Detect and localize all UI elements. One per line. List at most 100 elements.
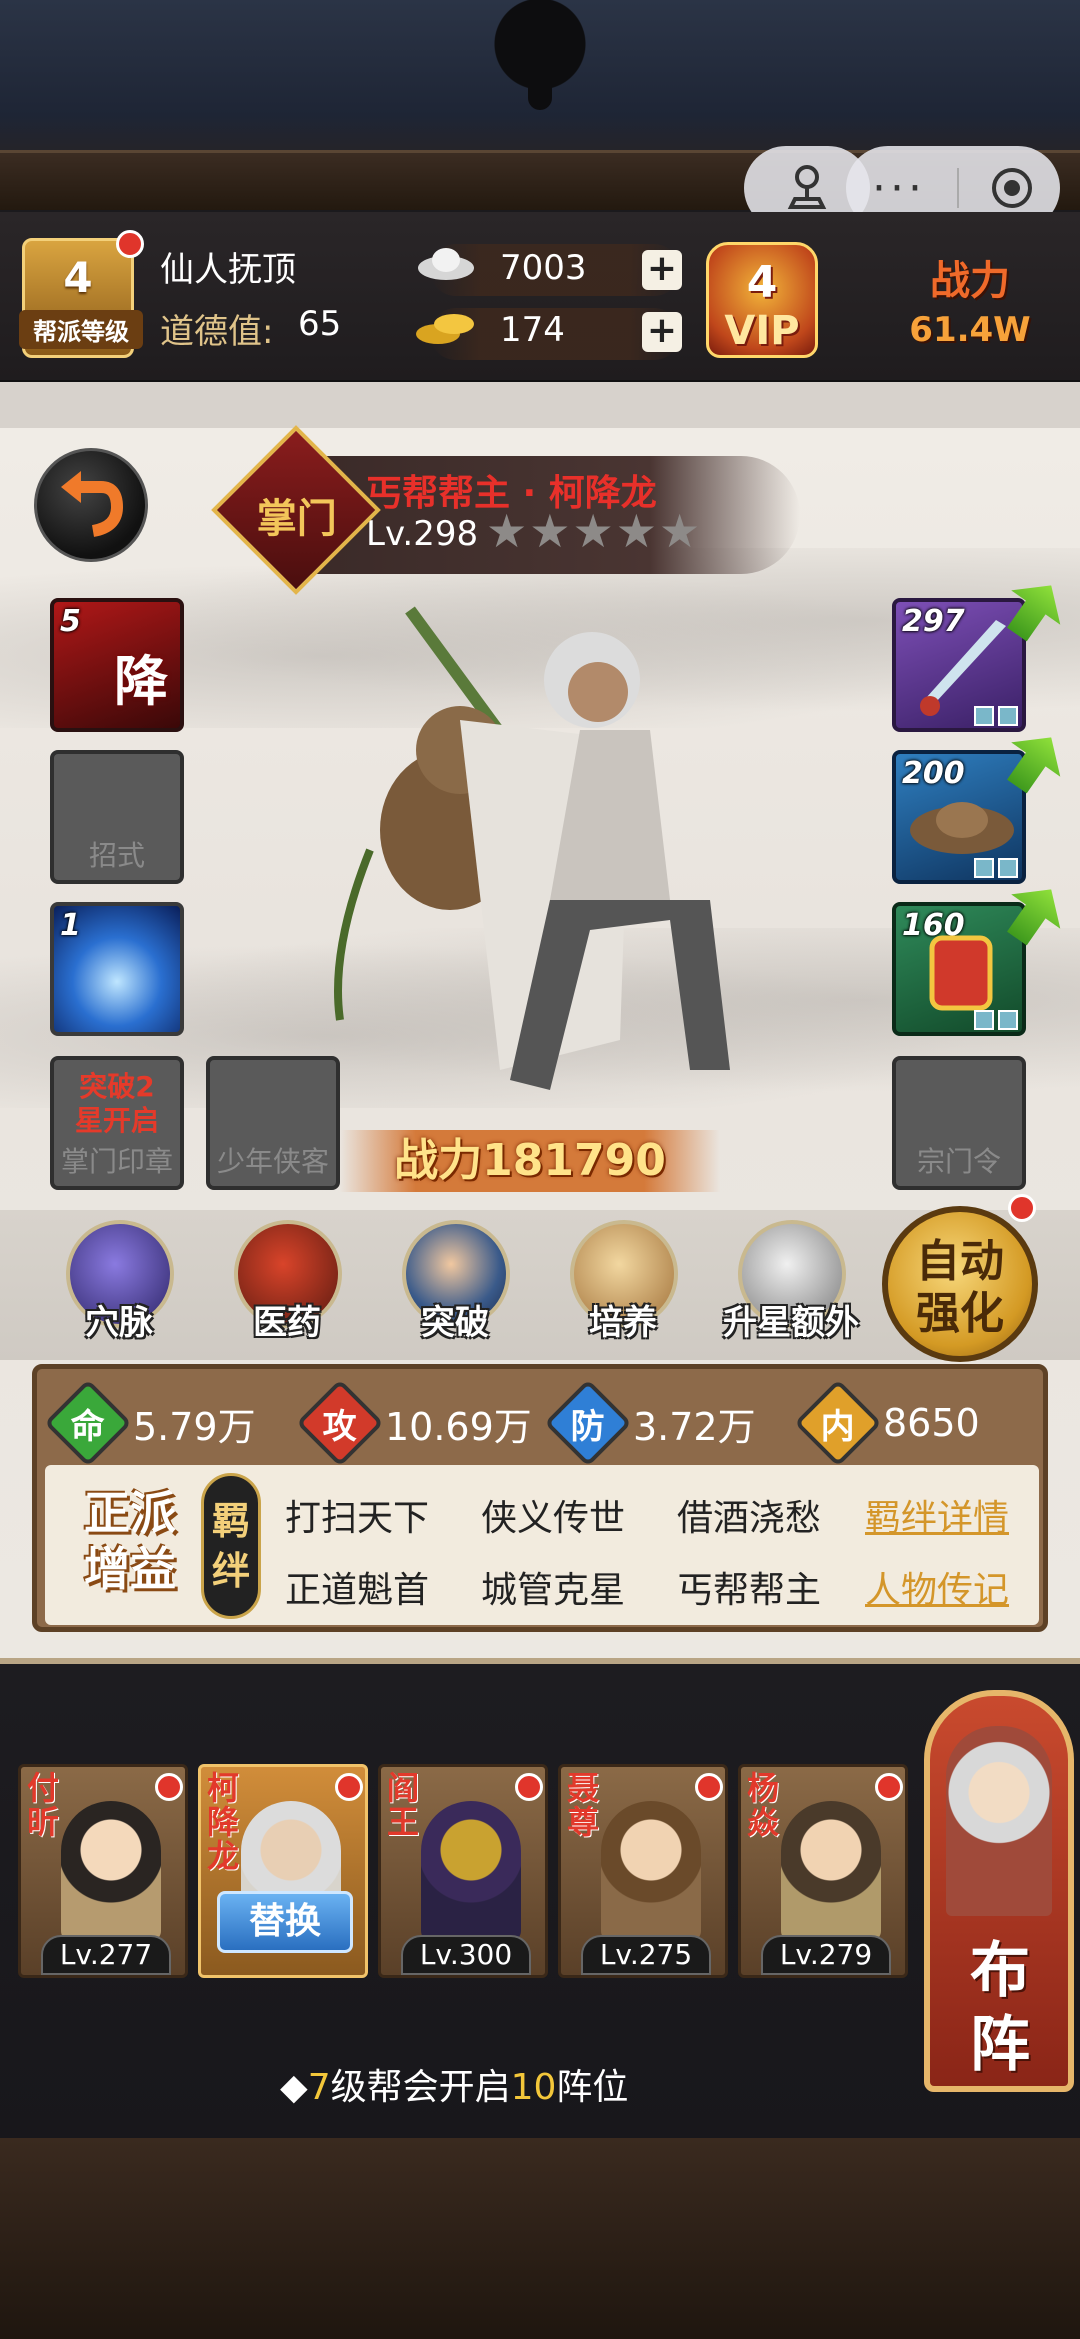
total-power[interactable]: 战力 61.4W — [880, 248, 1060, 358]
tip-suffix: 阵位 — [556, 2067, 629, 2108]
attack-icon: 攻 — [296, 1379, 384, 1467]
sect-order-label: 宗门令 — [916, 1145, 1001, 1178]
guild-notification-dot — [116, 230, 144, 258]
swap-button[interactable]: 替换 — [217, 1891, 353, 1953]
bond-item: 借酒浇愁 — [677, 1498, 822, 1539]
breakthrough-label: 突破 — [421, 1303, 489, 1343]
hero-notification-dot — [335, 1773, 363, 1801]
gem-socket — [974, 706, 994, 726]
inner-stat: 内 8650 — [794, 1379, 980, 1467]
skill-slot-glyph: 降 — [114, 650, 168, 713]
close-target-icon[interactable] — [990, 166, 1034, 210]
formation-label: 布 阵 — [970, 1936, 1030, 2080]
hero-name: 杨焱 — [747, 1769, 780, 1841]
back-arrow-icon — [61, 471, 124, 537]
hero-notification-dot — [155, 1773, 183, 1801]
medicine-button[interactable]: 医药 — [222, 1214, 352, 1344]
hp-icon: 命 — [44, 1379, 132, 1467]
joystick-icon — [787, 165, 827, 209]
hero-level: Lv.277 — [41, 1935, 171, 1975]
character-level: Lv.298 — [366, 514, 479, 554]
cultivate-button[interactable]: 培养 — [558, 1214, 688, 1344]
defense-icon: 防 — [544, 1379, 632, 1467]
hero-notification-dot — [875, 1773, 903, 1801]
formation-portrait — [946, 1726, 1052, 1916]
hp-value: 5.79万 — [133, 1404, 256, 1449]
bond-item: 侠义传世 — [481, 1498, 626, 1539]
auto-enhance-notification-dot — [1008, 1194, 1036, 1222]
bond-item: 丐帮帮主 — [677, 1570, 822, 1611]
star-up-extra-label: 升星额外 — [723, 1303, 859, 1343]
young-hero-label: 少年侠客 — [216, 1145, 329, 1178]
tip-level: 7 — [307, 2067, 331, 2108]
team-card[interactable]: 付昕 Lv.277 — [18, 1764, 188, 1978]
floor-decoration — [0, 2138, 1080, 2339]
hero-portrait — [601, 1801, 701, 1941]
panel-top-strip — [0, 382, 1080, 428]
gold-amount: 174 — [500, 310, 565, 350]
hat-slot[interactable]: 200 — [892, 750, 1026, 884]
player-name: 仙人抚顶 — [160, 250, 296, 290]
power-value: 61.4W — [909, 310, 1031, 350]
guild-level-number: 4 — [63, 253, 93, 302]
formation-button[interactable]: 布 阵 — [924, 1690, 1074, 2092]
righteous-faction-bonus[interactable]: 正派 增益 — [65, 1479, 195, 1609]
attack-value: 10.69万 — [385, 1404, 532, 1449]
hero-character-illustration — [334, 606, 730, 1090]
hero-portrait — [61, 1801, 161, 1941]
bond-detail-link[interactable]: 羁绊详情 — [865, 1489, 1009, 1541]
guild-level-badge[interactable]: 4 帮派等级 — [19, 238, 143, 358]
young-hero-slot[interactable]: 少年侠客 — [206, 1056, 340, 1190]
add-silver-button[interactable]: + — [642, 250, 682, 290]
meridian-label: 穴脉 — [85, 1303, 153, 1343]
team-card[interactable]: 杨焱 Lv.279 — [738, 1764, 908, 1978]
star-up-extra-button[interactable]: 升星额外 — [723, 1214, 859, 1344]
resource-bar: 4 帮派等级 仙人抚顶 道德值: 65 7003 + 174 + 4 VIP 战… — [0, 212, 1080, 382]
bond-item: 打扫天下 — [285, 1498, 430, 1539]
silver-ingot-icon — [418, 248, 474, 280]
tip-slots: 10 — [510, 2067, 557, 2108]
silver-amount: 7003 — [500, 248, 587, 288]
add-gold-button[interactable]: + — [642, 312, 682, 352]
auto-enhance-button[interactable]: 自动 强化 — [882, 1206, 1038, 1362]
vip-text: VIP — [724, 308, 800, 354]
back-button[interactable] — [34, 448, 148, 562]
more-menu-button[interactable]: ··· — [872, 163, 926, 214]
bond-item: 城管克星 — [481, 1570, 626, 1611]
move-slot-label: 招式 — [88, 839, 145, 872]
hero-name: 聂尊 — [567, 1769, 600, 1841]
bond-item: 正道魁首 — [285, 1570, 430, 1611]
move-slot[interactable]: 招式 — [50, 750, 184, 884]
medicine-label: 医药 — [253, 1303, 321, 1343]
power-label: 战力 — [930, 258, 1010, 304]
breakthrough-button[interactable]: 突破 — [390, 1214, 520, 1344]
gem-socket — [974, 1010, 994, 1030]
attribute-row: 命 5.79万 攻 10.69万 防 3.72万 内 8650 — [44, 1379, 1033, 1467]
star-rating: ★★★★★ — [486, 504, 701, 558]
meridian-button[interactable]: 穴脉 — [54, 1214, 184, 1344]
team-card-selected[interactable]: 柯降龙 替换 — [198, 1764, 368, 1978]
vip-level: 4 — [746, 257, 778, 308]
weapon-slot[interactable]: 297 — [892, 598, 1026, 732]
skill-slot-count: 5 — [60, 604, 81, 639]
biography-link[interactable]: 人物传记 — [865, 1561, 1009, 1613]
hero-level: Lv.300 — [401, 1935, 531, 1975]
morality-label: 道德值: — [160, 312, 274, 352]
sect-order-slot[interactable]: 宗门令 — [892, 1056, 1026, 1190]
gem-socket — [998, 706, 1018, 726]
sect-seal-label: 掌门印章 — [60, 1145, 173, 1178]
hero-name: 付昕 — [27, 1769, 60, 1841]
sect-seal-lock-text: 突破2 星开启 — [74, 1070, 159, 1137]
sect-seal-slot[interactable]: 突破2 星开启 掌门印章 — [50, 1056, 184, 1190]
token-slot[interactable]: 160 — [892, 902, 1026, 1036]
team-card[interactable]: 聂尊 Lv.275 — [558, 1764, 728, 1978]
tip-bullet: ◆ — [280, 2067, 308, 2108]
skill-slot-1[interactable]: 5 降 — [50, 598, 184, 732]
morality-value: 65 — [298, 304, 342, 344]
stats-panel: 命 5.79万 攻 10.69万 防 3.72万 内 8650 正派 增益 羁 … — [32, 1364, 1048, 1632]
team-card[interactable]: 阎王 Lv.300 — [378, 1764, 548, 1978]
vip-badge[interactable]: 4 VIP — [706, 242, 818, 358]
hero-notification-dot — [515, 1773, 543, 1801]
auto-enhance-label: 自动 强化 — [916, 1236, 1004, 1339]
skill-slot-2[interactable]: 1 — [50, 902, 184, 1036]
